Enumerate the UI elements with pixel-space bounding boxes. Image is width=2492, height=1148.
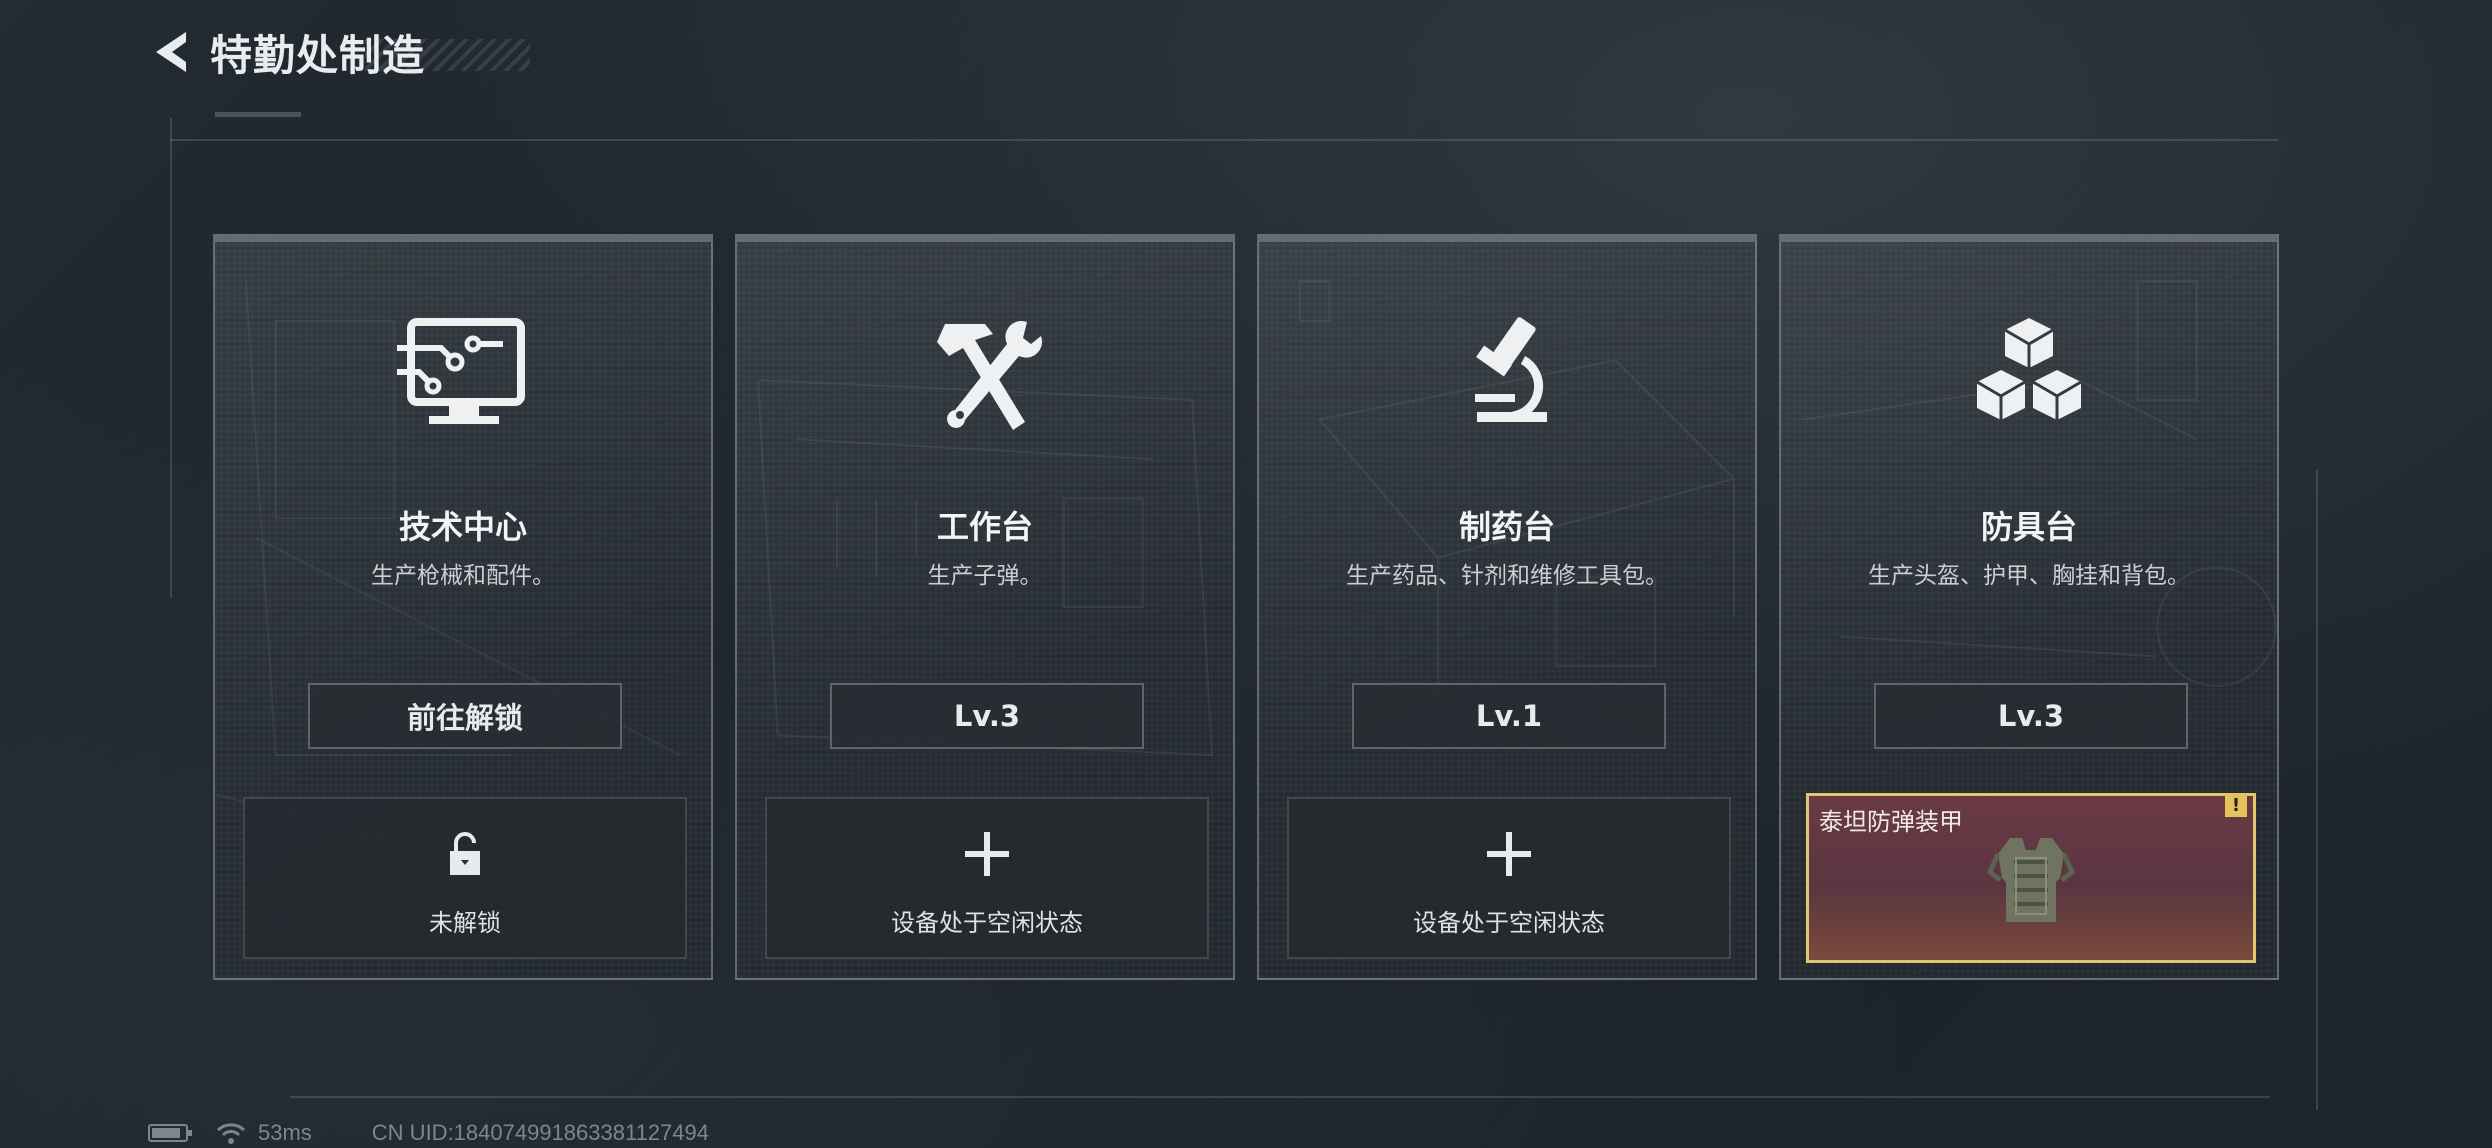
- header: 特勤处制造: [150, 22, 531, 82]
- card-description: 生产子弹。: [927, 563, 1043, 589]
- battery-icon: [148, 1124, 192, 1142]
- microscope-icon: [1475, 317, 1547, 422]
- slot-status-label: 设备处于空闲状态: [891, 909, 1083, 937]
- user-uid: CN UID:184074991863381127494: [371, 1120, 709, 1145]
- hud-top-line: [170, 139, 2278, 141]
- unlock-button[interactable]: 前往解锁: [308, 683, 622, 749]
- card-workbench[interactable]: 工作台 生产子弹。 Lv.3 设备处于空闲状态: [735, 234, 1235, 980]
- card-description: 生产药品、针剂和维修工具包。: [1346, 563, 1668, 589]
- title-decoration: [365, 39, 531, 71]
- hammer-wrench-icon: [937, 320, 1043, 430]
- plus-icon: [965, 832, 1009, 876]
- card-title: 制药台: [1458, 508, 1555, 546]
- card-title: 工作台: [936, 508, 1033, 546]
- production-slot-locked[interactable]: 未解锁: [243, 797, 687, 959]
- item-name: 泰坦防弹装甲: [1819, 808, 1963, 836]
- back-button[interactable]: [150, 22, 200, 82]
- level-button[interactable]: Lv.3: [830, 683, 1144, 749]
- slot-status-label: 设备处于空闲状态: [1413, 909, 1605, 937]
- wifi-icon: [216, 1123, 246, 1144]
- production-slot-idle[interactable]: 设备处于空闲状态: [765, 797, 1209, 959]
- production-slot-item[interactable]: 泰坦防弹装甲 !: [1806, 793, 2256, 963]
- computer-circuit-icon: [397, 318, 525, 424]
- hud-top-scale: [215, 112, 301, 117]
- hud-right-line: [2316, 470, 2318, 1110]
- hud-left-line: [170, 118, 172, 598]
- cubes-icon: [1976, 318, 2082, 420]
- status-bar: 53ms CN UID:184074991863381127494: [148, 1120, 709, 1146]
- slot-status-label: 未解锁: [429, 909, 501, 937]
- level-button[interactable]: Lv.3: [1874, 683, 2188, 749]
- hud-bottom-line: [290, 1096, 2270, 1098]
- card-title: 技术中心: [398, 508, 527, 546]
- card-armor-bench[interactable]: 防具台 生产头盔、护甲、胸挂和背包。 Lv.3 泰坦防弹装甲 !: [1779, 234, 2279, 980]
- plus-icon: [1487, 832, 1531, 876]
- back-arrow-icon: [156, 32, 186, 72]
- card-description: 生产头盔、护甲、胸挂和背包。: [1868, 563, 2190, 589]
- alert-badge: !: [2225, 793, 2247, 817]
- card-pharmacy[interactable]: 制药台 生产药品、针剂和维修工具包。 Lv.1 设备处于空闲状态: [1257, 234, 1757, 980]
- production-slot-idle[interactable]: 设备处于空闲状态: [1287, 797, 1731, 959]
- card-tech-center[interactable]: 技术中心 生产枪械和配件。 前往解锁 未解锁: [213, 234, 713, 980]
- body-armor-image: [1986, 838, 2076, 922]
- card-description: 生产枪械和配件。: [371, 563, 555, 589]
- lock-icon: [450, 832, 480, 875]
- workstation-cards: 技术中心 生产枪械和配件。 前往解锁 未解锁 工作台 生产子弹。 Lv.3 设备…: [213, 234, 2280, 980]
- card-title: 防具台: [1980, 508, 2077, 546]
- level-button[interactable]: Lv.1: [1352, 683, 1666, 749]
- ping-value: 53ms: [258, 1120, 312, 1145]
